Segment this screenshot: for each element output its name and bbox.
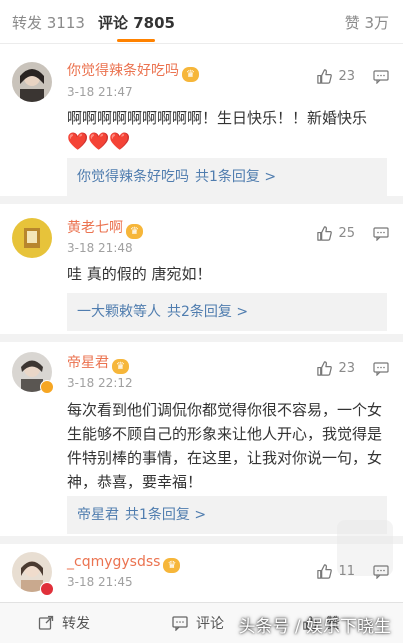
comment-icon xyxy=(172,616,188,631)
crown-icon: ♛ xyxy=(112,359,129,374)
thumbs-up-icon xyxy=(317,360,333,376)
comment-time: 3-18 21:45 xyxy=(67,575,133,589)
comment-text: 每次看到他们调侃你都觉得你很不容易，一个女生能够不顾自己的形象来让他人开心，我觉… xyxy=(67,401,383,491)
heart-emojis: ❤️❤️❤️ xyxy=(67,132,131,152)
comment-text: 哇 真的假的 唐宛如！ xyxy=(67,265,212,283)
comment-reply-icon[interactable] xyxy=(373,70,389,84)
verified-badge-icon xyxy=(40,380,54,394)
comment-username[interactable]: _cqmygysdss ♛ xyxy=(67,553,181,573)
repost-button[interactable]: 转发 xyxy=(38,613,90,633)
divider xyxy=(0,196,403,204)
crown-icon: ♛ xyxy=(126,224,143,239)
comment-text: 啊啊啊啊啊啊啊啊啊！生日快乐！！新婚快乐 ❤️❤️❤️ xyxy=(67,109,368,152)
badge-icon xyxy=(40,582,54,596)
crown-icon: ♛ xyxy=(163,558,181,573)
avatar[interactable] xyxy=(12,218,52,258)
tab-like[interactable]: 赞 3万 xyxy=(345,13,389,33)
comment-time: 3-18 22:12 xyxy=(67,376,133,390)
comment-time: 3-18 21:48 xyxy=(67,241,133,255)
tab-comment[interactable]: 评论 7805 xyxy=(98,13,175,33)
comment-reply-icon[interactable] xyxy=(373,565,389,579)
crown-icon: ♛ xyxy=(182,67,199,82)
comment-reply-icon[interactable] xyxy=(373,227,389,241)
comment-username[interactable]: 你觉得辣条好吃吗 ♛ xyxy=(67,62,199,82)
like-button[interactable]: 23 xyxy=(316,66,355,86)
like-button[interactable]: 23 xyxy=(316,358,355,378)
comment-item: 黄老七啊 ♛ 3-18 21:48 25 哇 真的假的 唐宛如！ 一大颗敕等人 共2… xyxy=(0,204,403,338)
comment-item: _cqmygysdss ♛ 3-18 21:45 11 xyxy=(0,544,403,602)
comment-item: 你觉得辣条好吃吗 ♛ 3-18 21:47 23 啊啊啊啊啊啊啊啊啊！生日快乐！！… xyxy=(0,44,403,200)
divider xyxy=(0,334,403,342)
avatar[interactable] xyxy=(12,62,52,102)
active-tab-indicator xyxy=(117,39,155,42)
watermark: 头条号 / 娱乐下晓生 xyxy=(238,617,391,637)
like-button[interactable]: 25 xyxy=(316,223,355,243)
tab-bar: 转发 3113 评论 7805 赞 3万 xyxy=(0,0,403,44)
like-button[interactable]: 11 xyxy=(316,561,355,581)
thumbs-up-icon xyxy=(317,68,333,84)
comment-username[interactable]: 黄老七啊 ♛ xyxy=(67,219,143,239)
thumbs-up-icon xyxy=(317,225,333,241)
repost-icon xyxy=(38,615,54,630)
reply-preview[interactable]: 你觉得辣条好吃吗 共1条回复 > xyxy=(67,158,387,196)
comment-reply-icon[interactable] xyxy=(373,362,389,376)
comment-time: 3-18 21:47 xyxy=(67,85,133,99)
reply-preview[interactable]: 一大颗敕等人 共2条回复 > xyxy=(67,293,387,331)
comment-username[interactable]: 帝星君 ♛ xyxy=(67,354,129,374)
tab-repost[interactable]: 转发 3113 xyxy=(12,13,85,33)
comment-item: 帝星君 ♛ 3-18 22:12 23 每次看到他们调侃你都觉得你很不容易，一个女… xyxy=(0,342,403,540)
thumbs-up-icon xyxy=(317,563,333,579)
comment-button[interactable]: 评论 xyxy=(172,613,224,633)
